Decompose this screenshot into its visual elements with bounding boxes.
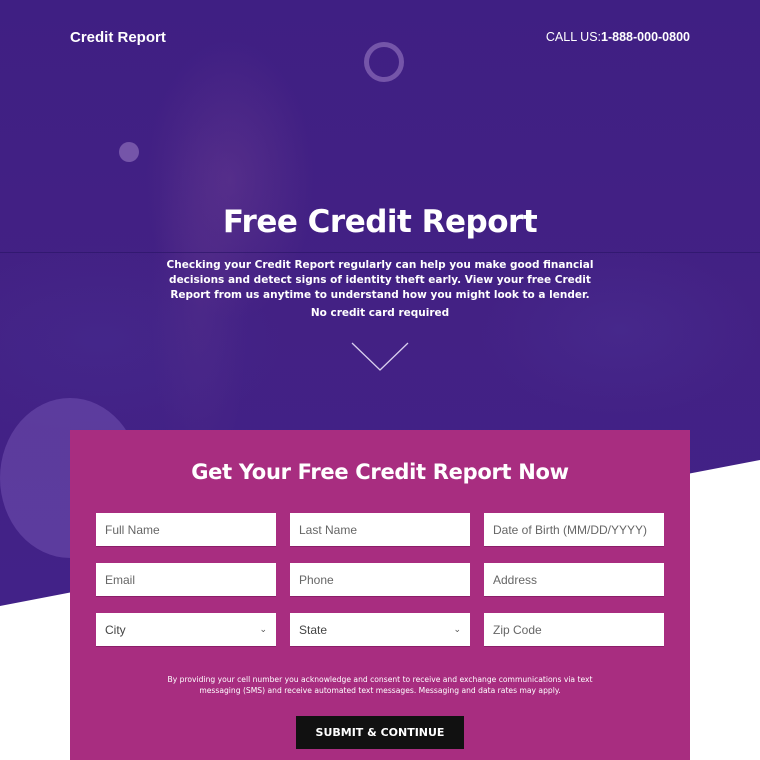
call-label: CALL US: [545, 30, 602, 44]
brand-logo[interactable]: Credit Report [70, 29, 166, 46]
form-title: Get Your Free Credit Report Now [191, 460, 569, 484]
chevron-down-icon[interactable] [350, 340, 410, 372]
hero-note: No credit card required [310, 307, 450, 319]
lead-form: Get Your Free Credit Report Now City ⌄ S… [70, 430, 690, 760]
last-name-field[interactable] [290, 513, 470, 546]
hero-description: Checking your Credit Report regularly ca… [166, 259, 594, 301]
phone-number[interactable]: 1-888-000-0800 [601, 30, 690, 44]
call-us[interactable]: CALL US:1-888-000-0800 [546, 30, 690, 44]
email-input[interactable] [105, 572, 267, 587]
chevron-down-icon: ⌄ [259, 624, 267, 634]
last-name-input[interactable] [299, 522, 461, 537]
zip-field[interactable] [484, 613, 664, 646]
decorative-dot [119, 142, 139, 162]
state-select[interactable]: State ⌄ [290, 613, 470, 646]
email-field[interactable] [96, 563, 276, 596]
full-name-input[interactable] [105, 522, 267, 537]
address-field[interactable] [484, 563, 664, 596]
state-select-value: State [299, 622, 328, 637]
consent-text: By providing your cell number you acknow… [167, 675, 593, 695]
background-line [0, 252, 760, 253]
decorative-ring [364, 42, 404, 82]
city-select[interactable]: City ⌄ [96, 613, 276, 646]
submit-button[interactable]: SUBMIT & CONTINUE [296, 716, 464, 749]
phone-field[interactable] [290, 563, 470, 596]
city-select-value: City [105, 622, 126, 637]
dob-field[interactable] [484, 513, 664, 546]
zip-input[interactable] [493, 622, 655, 637]
dob-input[interactable] [493, 522, 655, 537]
phone-input[interactable] [299, 572, 461, 587]
full-name-field[interactable] [96, 513, 276, 546]
chevron-down-icon: ⌄ [453, 624, 461, 634]
address-input[interactable] [493, 572, 655, 587]
hero-title: Free Credit Report [222, 204, 538, 240]
